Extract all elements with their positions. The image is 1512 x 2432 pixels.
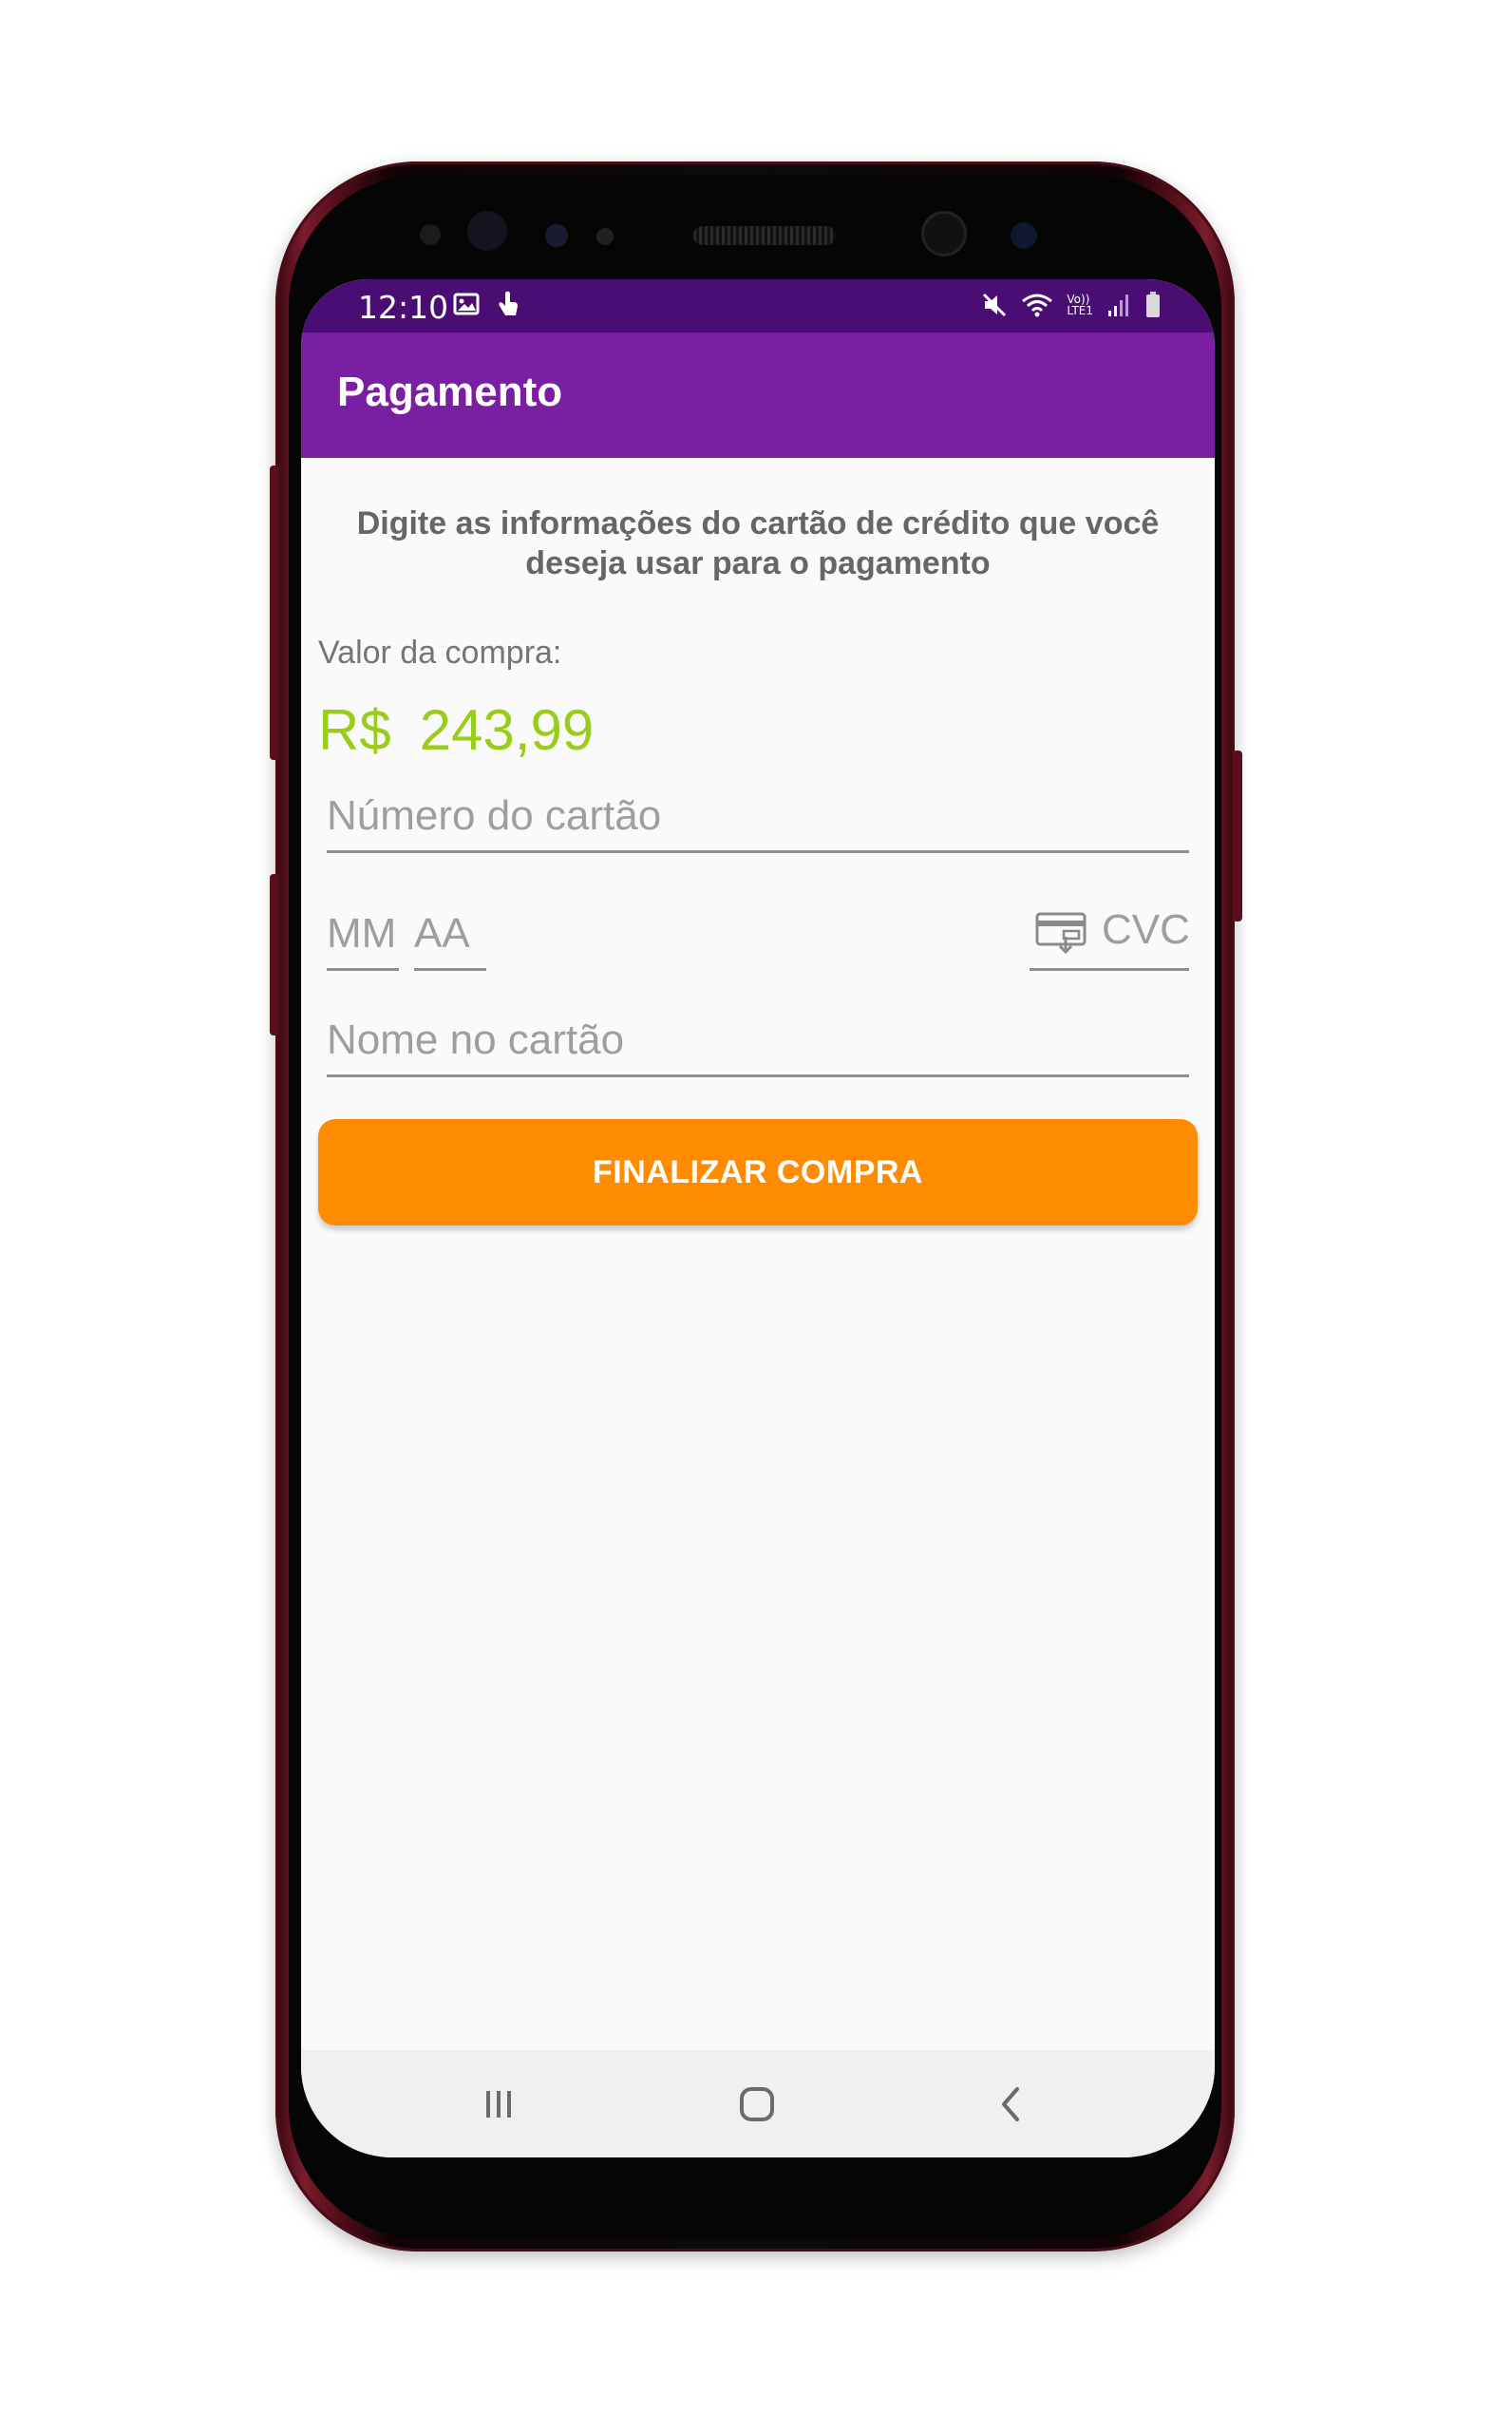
payment-instructions: Digite as informações do cartão de crédi… bbox=[356, 505, 1160, 581]
light-sensor bbox=[545, 224, 568, 247]
screen: 12:10 Vo)) LTE1 Pagamento Digite as info… bbox=[301, 279, 1215, 2157]
volume-button bbox=[270, 466, 279, 760]
card-number-field bbox=[327, 792, 1189, 853]
volte-icon: Vo)) LTE1 bbox=[1067, 294, 1093, 316]
iris-camera bbox=[1011, 222, 1037, 249]
earpiece-speaker bbox=[693, 226, 836, 245]
recents-button[interactable] bbox=[470, 2079, 527, 2130]
front-camera bbox=[921, 211, 967, 256]
proximity-sensor bbox=[420, 224, 441, 245]
image-icon bbox=[453, 291, 480, 319]
amount-number: 243,99 bbox=[419, 698, 595, 762]
status-bar: 12:10 Vo)) LTE1 bbox=[301, 279, 1215, 332]
back-icon bbox=[1002, 2087, 1019, 2121]
recents-icon bbox=[486, 2091, 511, 2118]
expiry-year-field bbox=[414, 910, 486, 971]
expiry-month-field bbox=[327, 910, 399, 971]
power-button bbox=[1233, 750, 1242, 922]
finalize-purchase-button[interactable]: FINALIZAR COMPRA bbox=[318, 1119, 1198, 1226]
signal-icon bbox=[1106, 292, 1131, 318]
card-name-input[interactable] bbox=[327, 1016, 1189, 1064]
card-name-field bbox=[327, 1016, 1189, 1077]
bixby-button bbox=[270, 874, 279, 1036]
lte-label: LTE1 bbox=[1067, 304, 1093, 317]
ir-led bbox=[596, 228, 614, 245]
wifi-icon bbox=[1021, 292, 1053, 318]
home-icon bbox=[740, 2087, 774, 2121]
cvc-input[interactable] bbox=[1102, 906, 1189, 954]
cvc-field bbox=[1030, 906, 1189, 971]
expiry-month-input[interactable] bbox=[327, 910, 399, 958]
status-notification-icons bbox=[453, 291, 521, 319]
mute-icon bbox=[981, 292, 1008, 318]
navigation-bar bbox=[301, 2050, 1215, 2157]
card-number-input[interactable] bbox=[327, 792, 1189, 840]
expiry-year-input[interactable] bbox=[414, 910, 486, 958]
status-system-icons: Vo)) LTE1 bbox=[981, 291, 1162, 319]
touch-icon bbox=[495, 291, 521, 319]
page-title: Pagamento bbox=[337, 369, 563, 415]
amount-value: R$ 243,99 bbox=[318, 697, 594, 763]
back-button[interactable] bbox=[983, 2079, 1040, 2130]
credit-card-icon bbox=[1035, 912, 1088, 960]
battery-icon bbox=[1144, 291, 1162, 319]
iris-sensor bbox=[467, 211, 507, 251]
status-time: 12:10 bbox=[358, 289, 449, 326]
app-bar: Pagamento bbox=[301, 332, 1215, 458]
amount-label: Valor da compra: bbox=[318, 635, 562, 671]
amount-currency: R$ bbox=[318, 698, 391, 762]
home-button[interactable] bbox=[728, 2079, 785, 2130]
